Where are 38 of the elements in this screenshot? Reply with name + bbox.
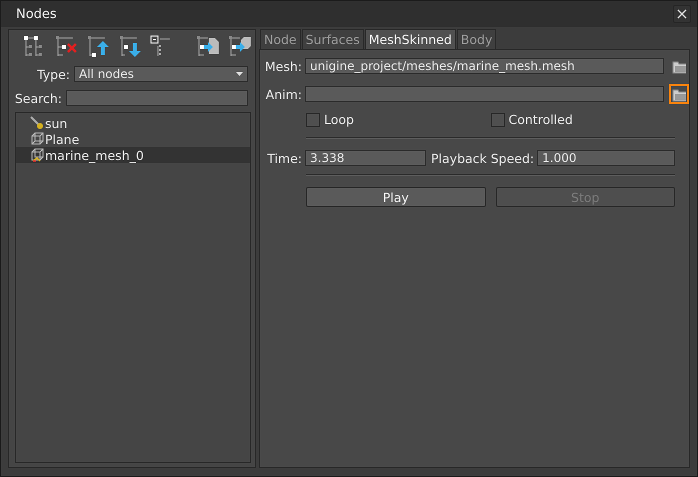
playback-speed-field[interactable]: 1.000 [537, 150, 675, 166]
window-title: Nodes [16, 6, 57, 22]
tab[interactable]: MeshSkinned [364, 29, 456, 49]
tree-item[interactable]: marine_mesh_0 [16, 147, 250, 163]
search-label: Search: [14, 90, 62, 106]
browse-button[interactable] [669, 84, 689, 104]
playback-speed-label: Playback Speed: [431, 150, 534, 166]
folder-icon [672, 58, 686, 74]
tab[interactable]: Body [456, 29, 496, 49]
tree-item[interactable]: sun [16, 115, 250, 131]
checkbox-label: Controlled [508, 112, 573, 127]
tab[interactable]: Surfaces [302, 29, 364, 49]
mesh-label: Mesh: [264, 58, 302, 74]
checkbox[interactable] [306, 112, 320, 126]
delete-node-icon[interactable] [54, 34, 79, 59]
tree-item[interactable]: Plane [16, 131, 250, 147]
type-dropdown[interactable]: All nodes [74, 66, 248, 82]
type-label: Type: [37, 66, 70, 82]
light-icon [30, 116, 44, 130]
close-button[interactable]: × [673, 5, 691, 23]
checkbox[interactable] [490, 112, 504, 126]
skinned-mesh-icon [30, 148, 44, 162]
folder-icon [672, 86, 686, 102]
caret-icon [236, 72, 243, 76]
time-label: Time: [266, 150, 302, 166]
search-field[interactable] [66, 90, 248, 106]
move-down-icon[interactable] [118, 34, 142, 59]
mesh-field[interactable]: unigine_project/meshes/marine_mesh.mesh [305, 58, 664, 74]
move-up-icon[interactable] [86, 34, 111, 59]
tab[interactable]: Node [260, 29, 301, 49]
cube-icon [30, 132, 44, 146]
time-field[interactable]: 3.338 [305, 150, 426, 166]
checkbox-label: Loop [324, 112, 354, 127]
export-box-icon[interactable] [227, 34, 252, 59]
play-button[interactable]: Play [306, 187, 486, 207]
anim-field[interactable] [305, 86, 664, 102]
anim-label: Anim: [264, 86, 302, 102]
export-file-icon[interactable] [195, 34, 220, 59]
